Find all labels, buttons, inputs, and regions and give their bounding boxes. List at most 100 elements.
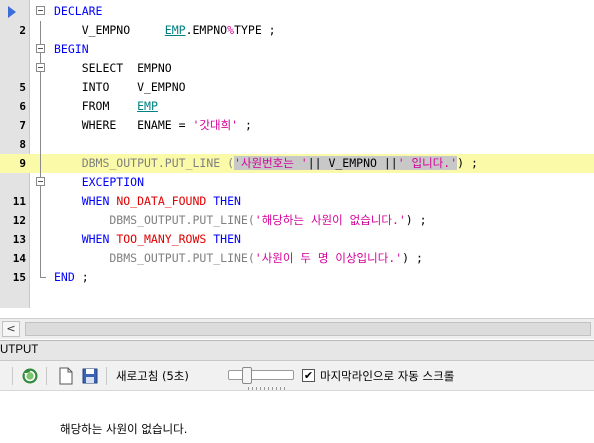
- code-line[interactable]: SELECT EMPNO: [0, 59, 594, 78]
- code-token: ) ;: [402, 251, 423, 265]
- code-token: TYPE ;: [234, 23, 276, 37]
- fold-collapse-icon[interactable]: [35, 59, 47, 78]
- code-token: INTO V_EMPNO: [54, 80, 186, 94]
- line-number: 7: [19, 119, 26, 132]
- code-text[interactable]: WHEN NO_DATA_FOUND THEN: [54, 192, 241, 211]
- code-token: EXCEPTION: [54, 175, 145, 189]
- code-text[interactable]: BEGIN: [54, 40, 89, 59]
- code-token: .EMPNO: [185, 23, 228, 37]
- code-text[interactable]: DBMS_OUTPUT.PUT_LINE('해당하는 사원이 없습니다.') ;: [54, 211, 427, 230]
- code-token: THEN: [206, 194, 241, 208]
- code-line[interactable]: 11 WHEN NO_DATA_FOUND THEN: [0, 192, 594, 211]
- code-text[interactable]: WHERE ENAME = '갓대희' ;: [54, 116, 252, 135]
- horizontal-scrollbar[interactable]: <: [0, 318, 594, 339]
- fold-collapse-icon[interactable]: [35, 2, 47, 21]
- code-text[interactable]: DECLARE: [54, 2, 102, 21]
- code-line[interactable]: 8: [0, 135, 594, 154]
- code-line[interactable]: 7 WHERE ENAME = '갓대희' ;: [0, 116, 594, 135]
- autoscroll-label[interactable]: 마지막라인으로 자동 스크롤: [320, 368, 454, 384]
- fold-guide-line: [35, 192, 47, 211]
- output-message: 해당하는 사원이 없습니다.: [60, 422, 188, 436]
- code-text[interactable]: WHEN TOO_MANY_ROWS THEN: [54, 230, 241, 249]
- code-token: DBMS_OUTPUT.PUT_LINE(: [54, 213, 255, 227]
- code-line[interactable]: 6 FROM EMP: [0, 97, 594, 116]
- code-token: V_EMPNO: [54, 23, 165, 37]
- code-token: WHEN: [54, 232, 117, 246]
- line-number: 13: [12, 233, 26, 246]
- slider-knob[interactable]: [242, 367, 252, 384]
- toolbar-separator: [46, 367, 47, 385]
- code-token: '사원이 두 명 이상입니다.': [254, 251, 403, 265]
- code-token: || V_EMPNO ||: [307, 156, 398, 170]
- line-number: 5: [19, 81, 26, 94]
- fold-collapse-icon[interactable]: [35, 173, 47, 192]
- toolbar-separator: [106, 367, 107, 385]
- slider-track: [228, 370, 294, 380]
- code-token: ' 입니다.': [397, 156, 458, 170]
- code-line[interactable]: BEGIN: [0, 40, 594, 59]
- code-token: '갓대희': [192, 118, 239, 132]
- code-token: ) ;: [405, 213, 427, 227]
- code-token: DBMS_OUTPUT.PUT_LINE (: [54, 156, 235, 170]
- sql-editor[interactable]: DECLARE 2 V_EMPNO EMP.EMPNO%TYPE ; BEGIN S…: [0, 0, 594, 318]
- slider-ticks: [248, 387, 288, 390]
- fold-guide-line: [35, 78, 47, 97]
- code-token: SELECT EMPNO: [54, 61, 172, 75]
- code-line[interactable]: 13 WHEN TOO_MANY_ROWS THEN: [0, 230, 594, 249]
- code-line[interactable]: 2 V_EMPNO EMP.EMPNO%TYPE ;: [0, 21, 594, 40]
- output-body: 해당하는 사원이 없습니다.: [0, 392, 594, 443]
- code-line[interactable]: 12 DBMS_OUTPUT.PUT_LINE('해당하는 사원이 없습니다.'…: [0, 211, 594, 230]
- fold-collapse-icon[interactable]: [35, 40, 47, 59]
- code-token: BEGIN: [54, 42, 89, 56]
- code-token: '사원번호는 ': [234, 156, 308, 170]
- code-line[interactable]: DECLARE: [0, 2, 594, 21]
- save-icon[interactable]: [80, 366, 100, 386]
- code-line[interactable]: 15 END ;: [0, 268, 594, 287]
- code-text[interactable]: EXCEPTION: [54, 173, 144, 192]
- refresh-icon[interactable]: [20, 366, 40, 386]
- scroll-thumb[interactable]: [25, 322, 591, 336]
- line-number: 12: [12, 214, 26, 227]
- fold-guide-line: [35, 21, 47, 40]
- code-text[interactable]: DBMS_OUTPUT.PUT_LINE('사원이 두 명 이상입니다.') ;: [54, 249, 423, 268]
- line-number: 15: [12, 271, 26, 284]
- code-token: NO_DATA_FOUND: [116, 194, 207, 208]
- code-token: '해당하는 사원이 없습니다.': [254, 213, 406, 227]
- refresh-interval-slider[interactable]: [228, 367, 294, 390]
- code-token: TOO_MANY_ROWS: [116, 232, 207, 246]
- line-number: 9: [19, 157, 26, 170]
- fold-guide-line: [35, 135, 47, 154]
- code-token: ;: [74, 270, 89, 284]
- line-number: 14: [12, 252, 26, 265]
- output-panel-header: UTPUT: [0, 340, 594, 361]
- line-number: 8: [19, 138, 26, 151]
- code-token: EMP: [164, 23, 186, 37]
- code-token: %: [227, 23, 235, 37]
- scroll-left-button[interactable]: <: [2, 321, 20, 337]
- toolbar-separator: [12, 367, 13, 385]
- new-document-icon[interactable]: [56, 366, 76, 386]
- code-token: WHEN: [54, 194, 117, 208]
- code-text[interactable]: END ;: [54, 268, 89, 287]
- execution-arrow-icon: [8, 6, 16, 18]
- line-number: 6: [19, 100, 26, 113]
- code-text[interactable]: DBMS_OUTPUT.PUT_LINE ('사원번호는 '|| V_EMPNO…: [54, 154, 478, 173]
- code-token: EMP: [137, 99, 158, 113]
- code-line[interactable]: 5 INTO V_EMPNO: [0, 78, 594, 97]
- code-text[interactable]: INTO V_EMPNO: [54, 78, 186, 97]
- code-text[interactable]: FROM EMP: [54, 97, 158, 116]
- code-token: ;: [238, 118, 252, 132]
- code-line[interactable]: 9 DBMS_OUTPUT.PUT_LINE ('사원번호는 '|| V_EMP…: [0, 154, 594, 173]
- output-toolbar: 새로고침 (5초) ✔ 마지막라인으로 자동 스크롤: [0, 361, 594, 391]
- code-text[interactable]: SELECT EMPNO: [54, 59, 172, 78]
- code-text[interactable]: V_EMPNO EMP.EMPNO%TYPE ;: [54, 21, 276, 40]
- fold-guide-line: [35, 249, 47, 268]
- fold-guide-line: [35, 230, 47, 249]
- fold-end-marker: [35, 268, 47, 287]
- code-token: FROM: [54, 99, 138, 113]
- code-line[interactable]: EXCEPTION: [0, 173, 594, 192]
- code-token: THEN: [206, 232, 241, 246]
- code-line[interactable]: 14 DBMS_OUTPUT.PUT_LINE('사원이 두 명 이상입니다.'…: [0, 249, 594, 268]
- refresh-interval-label: 새로고침 (5초): [116, 369, 189, 383]
- autoscroll-checkbox[interactable]: ✔: [302, 369, 315, 382]
